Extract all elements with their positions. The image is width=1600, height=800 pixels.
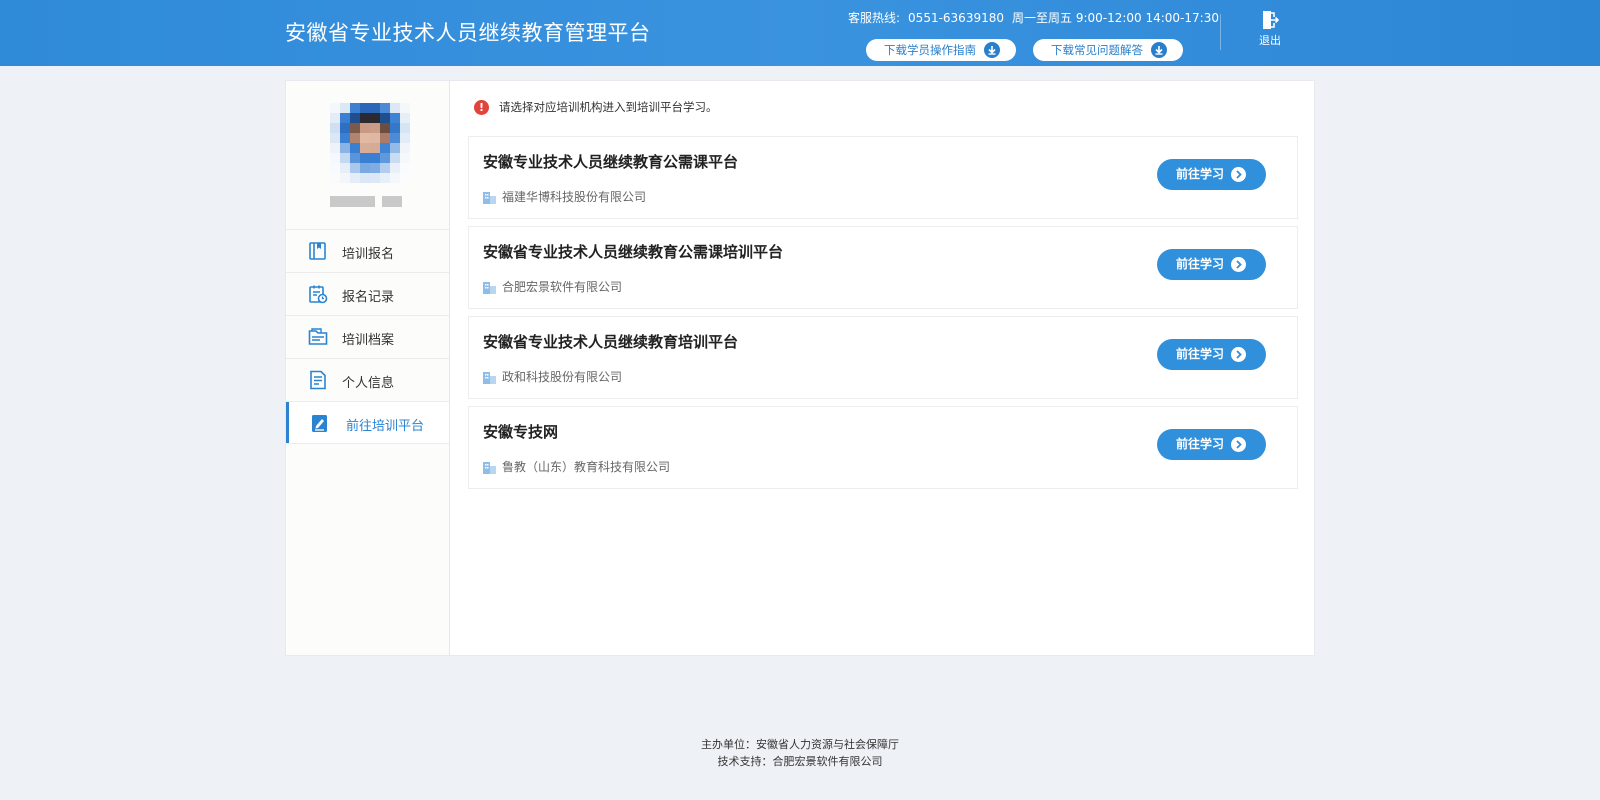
sidebar-item-training-signup[interactable]: 培训报名 [286, 229, 449, 272]
hotline-info: 客服热线: 0551-63639180 周一至周五 9:00-12:00 14:00… [848, 9, 1227, 26]
main-panel: 培训报名 报名记录 培训档案 个人信息 前往培训平台 ! 请选择对应培训机构进入… [285, 80, 1315, 656]
sidebar-item-label: 培训档案 [342, 333, 395, 348]
edit-clipboard-icon [312, 415, 327, 432]
platform-org: 福建华博科技股份有限公司 [483, 188, 646, 205]
logout-button[interactable]: 退出 [1255, 10, 1285, 48]
building-icon [483, 371, 496, 384]
go-study-label: 前往学习 [1176, 167, 1225, 181]
cloud-download-icon [983, 41, 1000, 58]
sidebar-item-label: 前往培训平台 [346, 419, 425, 434]
building-icon [483, 191, 496, 204]
hotline-label: 客服热线: [848, 11, 901, 25]
cloud-download-icon [1150, 41, 1167, 58]
sidebar-menu: 培训报名 报名记录 培训档案 个人信息 前往培训平台 [286, 229, 449, 444]
folder-icon [308, 328, 328, 345]
notice-banner: ! 请选择对应培训机构进入到培训平台学习。 [474, 99, 718, 115]
platform-org-name: 鲁教（山东）教育科技有限公司 [502, 460, 671, 474]
header-divider [1220, 14, 1221, 50]
sidebar: 培训报名 报名记录 培训档案 个人信息 前往培训平台 [286, 81, 450, 655]
sidebar-item-training-archive[interactable]: 培训档案 [286, 315, 449, 358]
document-icon [310, 370, 326, 390]
go-study-label: 前往学习 [1176, 437, 1225, 451]
book-icon [309, 242, 326, 260]
hotline-hours: 周一至周五 9:00-12:00 14:00-17:30 [1012, 11, 1219, 25]
go-study-button[interactable]: 前往学习 [1157, 159, 1266, 190]
platform-org: 鲁教（山东）教育科技有限公司 [483, 458, 670, 475]
platform-title: 安徽省专业技术人员继续教育公需课培训平台 [483, 243, 784, 261]
top-header: 安徽省专业技术人员继续教育管理平台 客服热线: 0551-63639180 周一至周… [0, 0, 1600, 66]
platform-org-name: 合肥宏景软件有限公司 [502, 280, 623, 294]
hotline-number: 0551-63639180 [908, 11, 1004, 25]
sidebar-item-goto-platform[interactable]: 前往培训平台 [286, 401, 449, 444]
footer-sponsor: 主办单位：安徽省人力资源与社会保障厅 [701, 738, 899, 751]
platform-title: 安徽专业技术人员继续教育公需课平台 [483, 153, 739, 171]
site-title: 安徽省专业技术人员继续教育管理平台 [285, 21, 651, 45]
chevron-right-icon [1231, 167, 1246, 182]
download-faq-label: 下载常见问题解答 [1051, 43, 1143, 57]
building-icon [483, 281, 496, 294]
footer-support: 技术支持：合肥宏景软件有限公司 [717, 755, 883, 768]
logout-label: 退出 [1259, 34, 1281, 47]
chevron-right-icon [1231, 257, 1246, 272]
platform-org: 合肥宏景软件有限公司 [483, 278, 622, 295]
sidebar-item-personal-info[interactable]: 个人信息 [286, 358, 449, 401]
platform-card: 安徽省专业技术人员继续教育公需课培训平台 合肥宏景软件有限公司 前往学习 [468, 226, 1298, 309]
platform-title: 安徽省专业技术人员继续教育培训平台 [483, 333, 739, 351]
chevron-right-icon [1231, 347, 1246, 362]
go-study-button[interactable]: 前往学习 [1157, 249, 1266, 280]
download-guide-label: 下载学员操作指南 [884, 43, 976, 57]
platform-card: 安徽专技网 鲁教（山东）教育科技有限公司 前往学习 [468, 406, 1298, 489]
platform-org: 政和科技股份有限公司 [483, 368, 622, 385]
go-study-label: 前往学习 [1176, 347, 1225, 361]
platform-org-name: 福建华博科技股份有限公司 [502, 190, 647, 204]
go-study-label: 前往学习 [1176, 257, 1225, 271]
footer: 主办单位：安徽省人力资源与社会保障厅 技术支持：合肥宏景软件有限公司 [0, 736, 1600, 770]
sidebar-item-label: 培训报名 [342, 247, 395, 262]
download-guide-button[interactable]: 下载学员操作指南 [866, 39, 1016, 61]
chevron-right-icon [1231, 437, 1246, 452]
warning-icon: ! [474, 100, 489, 115]
clipboard-clock-icon [309, 285, 328, 304]
go-study-button[interactable]: 前往学习 [1157, 429, 1266, 460]
go-study-button[interactable]: 前往学习 [1157, 339, 1266, 370]
platform-card: 安徽省专业技术人员继续教育培训平台 政和科技股份有限公司 前往学习 [468, 316, 1298, 399]
sidebar-item-signup-records[interactable]: 报名记录 [286, 272, 449, 315]
building-icon [483, 461, 496, 474]
username-blurred [330, 196, 410, 208]
avatar [330, 103, 410, 183]
sidebar-item-label: 个人信息 [342, 376, 395, 391]
notice-text: 请选择对应培训机构进入到培训平台学习。 [499, 100, 718, 114]
platform-card: 安徽专业技术人员继续教育公需课平台 福建华博科技股份有限公司 前往学习 [468, 136, 1298, 219]
platform-title: 安徽专技网 [483, 423, 559, 441]
platform-org-name: 政和科技股份有限公司 [502, 370, 623, 384]
sidebar-item-label: 报名记录 [342, 290, 395, 305]
logout-icon [1263, 11, 1279, 29]
download-faq-button[interactable]: 下载常见问题解答 [1033, 39, 1183, 61]
